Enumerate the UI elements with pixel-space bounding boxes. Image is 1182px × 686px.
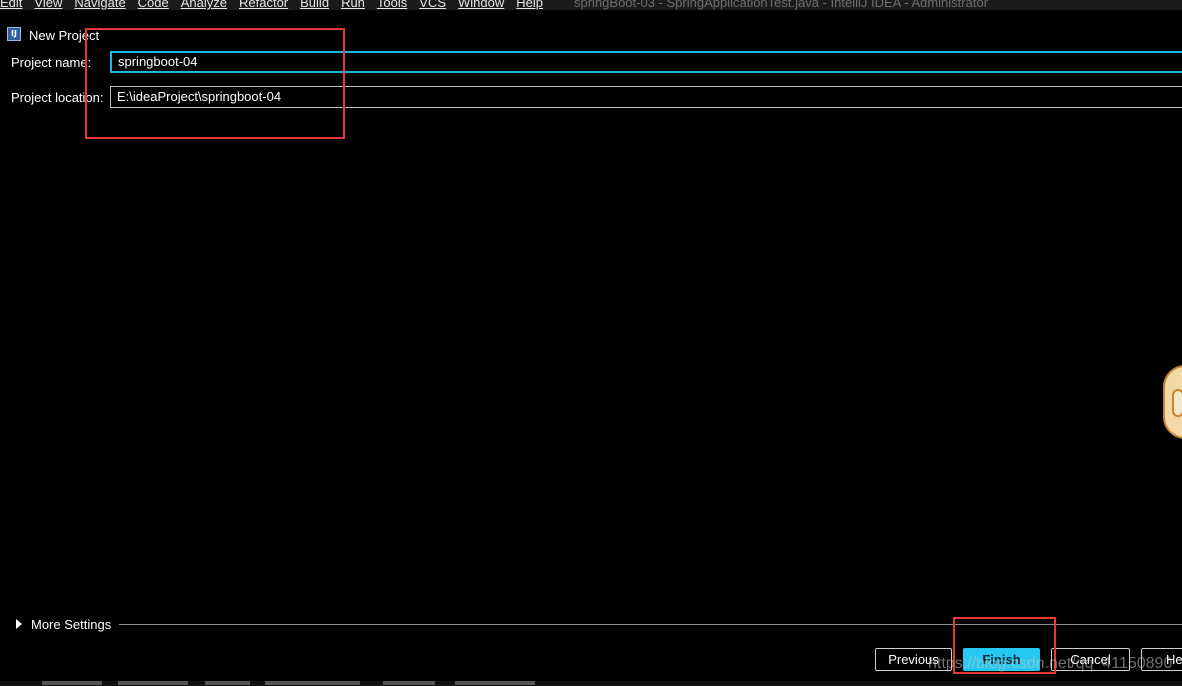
- menu-item-analyze[interactable]: Analyze: [181, 0, 227, 10]
- window-title: springBoot-03 - SpringApplicationTest.ja…: [574, 0, 989, 10]
- dialog-titlebar: IJ New Project: [0, 10, 1182, 43]
- mascot-decoration: [1163, 365, 1182, 439]
- menu-item-run[interactable]: Run: [341, 0, 365, 10]
- menu-item-vcs[interactable]: VCS: [419, 0, 446, 10]
- menu-bar: Edit View Navigate Code Analyze Refactor Build…: [0, 0, 1182, 10]
- menu-item-navigate[interactable]: Navigate: [74, 0, 125, 10]
- menu-item-edit[interactable]: Edit: [0, 0, 22, 10]
- menu-item-tools[interactable]: Tools: [377, 0, 407, 10]
- menu-items: Edit View Navigate Code Analyze Refactor Build…: [0, 0, 555, 10]
- annotation-box-fields: [85, 28, 345, 139]
- menu-item-view[interactable]: View: [34, 0, 62, 10]
- project-location-label: Project location:: [11, 90, 104, 105]
- menu-item-window[interactable]: Window: [458, 0, 504, 10]
- project-location-input[interactable]: E:\ideaProject\springboot-04: [110, 86, 1182, 108]
- watermark: https://blog.csdn.net/qq_41150890: [928, 655, 1173, 672]
- expand-triangle-icon: [16, 619, 22, 629]
- more-settings-toggle[interactable]: More Settings: [16, 615, 111, 633]
- more-settings-divider: [119, 624, 1182, 625]
- menu-item-help[interactable]: Help: [516, 0, 543, 10]
- project-name-input[interactable]: springboot-04: [110, 51, 1182, 73]
- dialog-title: New Project: [29, 28, 100, 43]
- mascot-ear: [1172, 389, 1182, 417]
- toolwindow-tab[interactable]: [42, 681, 102, 685]
- toolwindow-tab[interactable]: [265, 681, 360, 685]
- toolwindow-tab[interactable]: [455, 681, 535, 685]
- menu-item-build[interactable]: Build: [300, 0, 329, 10]
- project-name-label: Project name:: [11, 55, 92, 70]
- bottom-toolwindow-bar: [0, 681, 1182, 686]
- toolwindow-tab[interactable]: [205, 681, 250, 685]
- menu-item-refactor[interactable]: Refactor: [239, 0, 288, 10]
- toolwindow-tab[interactable]: [383, 681, 435, 685]
- intellij-logo-icon: IJ: [7, 27, 21, 41]
- menu-item-code[interactable]: Code: [138, 0, 169, 10]
- toolwindow-tab[interactable]: [118, 681, 188, 685]
- more-settings-label: More Settings: [31, 616, 112, 632]
